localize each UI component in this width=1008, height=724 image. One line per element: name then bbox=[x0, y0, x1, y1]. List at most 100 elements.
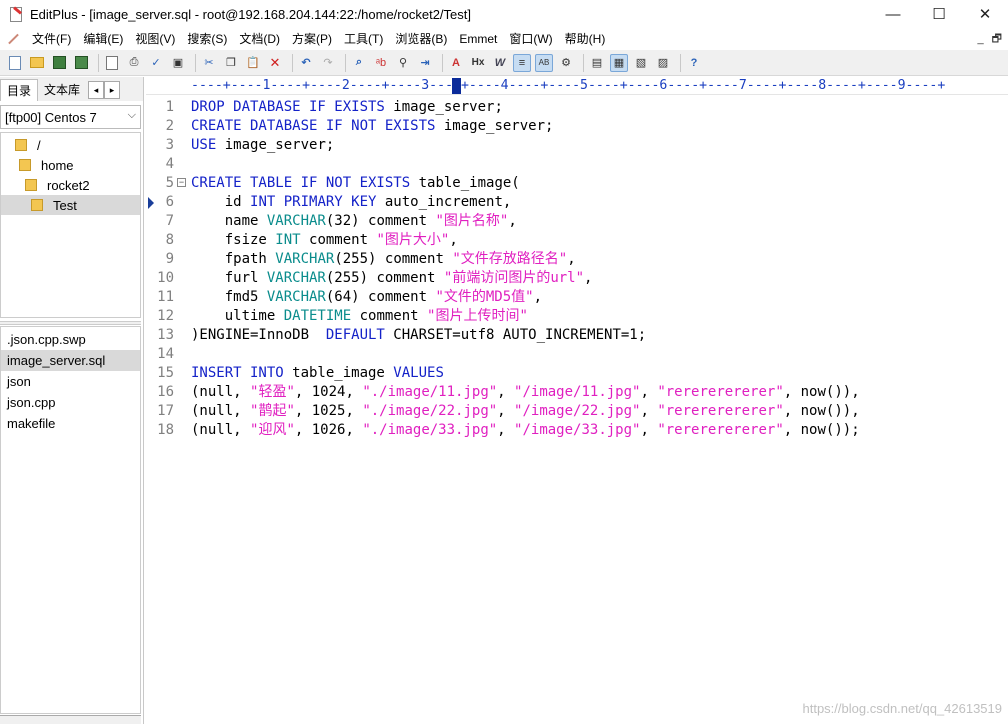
cut-icon[interactable]: ✂ bbox=[200, 54, 218, 72]
code-line[interactable]: 8 fsize INT comment "图片大小", bbox=[146, 231, 1008, 250]
paste-icon[interactable]: 📋 bbox=[244, 54, 262, 72]
maximize-button[interactable]: ☐ bbox=[916, 0, 962, 28]
new-icon[interactable] bbox=[6, 54, 24, 72]
code-token: DROP DATABASE IF EXISTS bbox=[191, 99, 385, 115]
code-line[interactable]: 3 USE image_server; bbox=[146, 136, 1008, 155]
spellcheck-icon[interactable]: ✓ bbox=[147, 54, 165, 72]
panel-splitter[interactable] bbox=[0, 321, 141, 325]
file-filter-bar[interactable] bbox=[0, 715, 141, 724]
mdi-minimize-button[interactable]: _ bbox=[978, 33, 984, 45]
tree-item-root[interactable]: / bbox=[15, 135, 139, 155]
file-item[interactable]: json bbox=[1, 371, 140, 392]
word-wrap-icon[interactable]: W bbox=[491, 54, 509, 72]
code-line[interactable]: 13)ENGINE=InnoDB DEFAULT CHARSET=utf8 AU… bbox=[146, 326, 1008, 345]
code-line[interactable]: 10 furl VARCHAR(255) comment "前端访问图片的url… bbox=[146, 269, 1008, 288]
menu-project[interactable]: 方案(P) bbox=[286, 28, 338, 50]
code-token: , 1024, bbox=[294, 384, 363, 400]
tab-cliptext[interactable]: 文本库 bbox=[38, 79, 86, 101]
code-line[interactable]: 18 (null, "迎风", 1026, "./image/33.jpg", "… bbox=[146, 421, 1008, 440]
menu-document[interactable]: 文档(D) bbox=[233, 28, 286, 50]
menu-edit[interactable]: 编辑(E) bbox=[77, 28, 129, 50]
left-panel: 目录 文本库 ◂ ▸ [ftp00] Centos 7 ⌵ / home roc… bbox=[0, 77, 144, 724]
browser-preview-icon[interactable]: ▨ bbox=[654, 54, 672, 72]
delete-icon[interactable]: ✕ bbox=[266, 54, 284, 72]
code-line[interactable]: 7 name VARCHAR(32) comment "图片名称", bbox=[146, 212, 1008, 231]
tree-item-home[interactable]: home bbox=[19, 155, 139, 175]
code-line[interactable]: 1 DROP DATABASE IF EXISTS image_server; bbox=[146, 98, 1008, 117]
menu-tools[interactable]: 工具(T) bbox=[338, 28, 389, 50]
file-item[interactable]: image_server.sql bbox=[1, 350, 140, 371]
goto-icon[interactable]: ⇥ bbox=[416, 54, 434, 72]
code-line[interactable]: 5− CREATE TABLE IF NOT EXISTS table_image… bbox=[146, 174, 1008, 193]
line-number: 13 bbox=[157, 327, 174, 343]
menu-window[interactable]: 窗口(W) bbox=[503, 28, 558, 50]
code-token: "./image/11.jpg" bbox=[362, 384, 498, 400]
code-line[interactable]: 16 (null, "轻盈", 1024, "./image/11.jpg", "… bbox=[146, 383, 1008, 402]
fold-toggle-icon[interactable]: − bbox=[177, 178, 186, 187]
code-token: "/image/11.jpg" bbox=[514, 384, 641, 400]
find-icon[interactable]: ⌕ bbox=[350, 54, 368, 72]
save-all-icon[interactable] bbox=[72, 54, 90, 72]
column-ruler: ----+----1----+----2----+----3----+----4… bbox=[146, 77, 1008, 95]
file-item[interactable]: json.cpp bbox=[1, 392, 140, 413]
code-editor[interactable]: ----+----1----+----2----+----3----+----4… bbox=[146, 77, 1008, 724]
cliptext-icon[interactable]: ▤ bbox=[588, 54, 606, 72]
code-line[interactable]: 6 id INT PRIMARY KEY auto_increment, bbox=[146, 193, 1008, 212]
line-number: 10 bbox=[157, 270, 174, 286]
menu-browser[interactable]: 浏览器(B) bbox=[389, 28, 453, 50]
code-line[interactable]: 15 INSERT INTO table_image VALUES bbox=[146, 364, 1008, 383]
copy-icon[interactable]: ❐ bbox=[222, 54, 240, 72]
preview-icon[interactable]: ▧ bbox=[632, 54, 650, 72]
undo-icon[interactable]: ↶ bbox=[297, 54, 315, 72]
line-numbers-icon[interactable]: ≡ bbox=[513, 53, 531, 72]
tree-item-label: / bbox=[37, 137, 41, 153]
minimize-button[interactable]: — bbox=[870, 0, 916, 28]
window-controls: — ☐ ✕ bbox=[870, 0, 1008, 28]
code-line[interactable]: 9 fpath VARCHAR(255) comment "文件存放路径名", bbox=[146, 250, 1008, 269]
code-token: VARCHAR bbox=[266, 289, 326, 305]
directory-icon[interactable]: ▦ bbox=[610, 53, 628, 72]
line-number: 7 bbox=[165, 213, 174, 229]
mdi-restore-button[interactable]: 🗗 bbox=[992, 30, 1002, 49]
code-line[interactable]: 12 ultime DATETIME comment "图片上传时间" bbox=[146, 307, 1008, 326]
menu-help[interactable]: 帮助(H) bbox=[559, 28, 612, 50]
redo-icon[interactable]: ↷ bbox=[319, 54, 337, 72]
code-line[interactable]: 14 bbox=[146, 345, 1008, 364]
toolbar-separator bbox=[195, 53, 196, 72]
toolbar-separator bbox=[442, 53, 443, 72]
tab-next-button[interactable]: ▸ bbox=[104, 81, 121, 99]
tab-directory[interactable]: 目录 bbox=[0, 79, 39, 101]
tab-prev-button[interactable]: ◂ bbox=[88, 81, 105, 99]
font-icon[interactable]: A bbox=[447, 54, 465, 72]
save-icon[interactable] bbox=[50, 54, 68, 72]
replace-icon[interactable]: ᵃb bbox=[372, 54, 390, 72]
tree-item-rocket2[interactable]: rocket2 bbox=[25, 175, 139, 195]
print-icon[interactable]: ⎙ bbox=[125, 54, 143, 72]
find-in-files-icon[interactable]: ⚲ bbox=[394, 54, 412, 72]
close-button[interactable]: ✕ bbox=[962, 0, 1008, 28]
menu-file[interactable]: 文件(F) bbox=[26, 28, 77, 50]
browser-icon[interactable]: ▣ bbox=[169, 54, 187, 72]
menu-search[interactable]: 搜索(S) bbox=[181, 28, 233, 50]
hx-icon[interactable]: Hx bbox=[469, 54, 487, 72]
drive-select[interactable]: [ftp00] Centos 7 ⌵ bbox=[0, 105, 141, 129]
help-icon[interactable]: ? bbox=[685, 54, 703, 72]
print-preview-icon[interactable] bbox=[103, 54, 121, 72]
code-line[interactable]: 17 (null, "鹊起", 1025, "./image/22.jpg", "… bbox=[146, 402, 1008, 421]
file-item[interactable]: .json.cpp.swp bbox=[1, 329, 140, 350]
code-token: USE bbox=[191, 137, 217, 153]
code-token: furl bbox=[191, 270, 267, 286]
code-line[interactable]: 4 bbox=[146, 155, 1008, 174]
menu-emmet[interactable]: Emmet bbox=[453, 28, 503, 50]
open-icon[interactable] bbox=[28, 54, 46, 72]
ruler-icon[interactable]: AB bbox=[535, 53, 553, 72]
tree-item-label: home bbox=[41, 157, 74, 173]
settings-icon[interactable]: ⚙ bbox=[557, 54, 575, 72]
code-text: DROP DATABASE IF EXISTS image_server; bbox=[191, 98, 503, 117]
file-item[interactable]: makefile bbox=[1, 413, 140, 434]
line-number: 9 bbox=[165, 251, 174, 267]
menu-view[interactable]: 视图(V) bbox=[129, 28, 181, 50]
tree-item-test[interactable]: Test bbox=[1, 195, 140, 215]
code-line[interactable]: 11 fmd5 VARCHAR(64) comment "文件的MD5值", bbox=[146, 288, 1008, 307]
code-line[interactable]: 2 CREATE DATABASE IF NOT EXISTS image_ser… bbox=[146, 117, 1008, 136]
